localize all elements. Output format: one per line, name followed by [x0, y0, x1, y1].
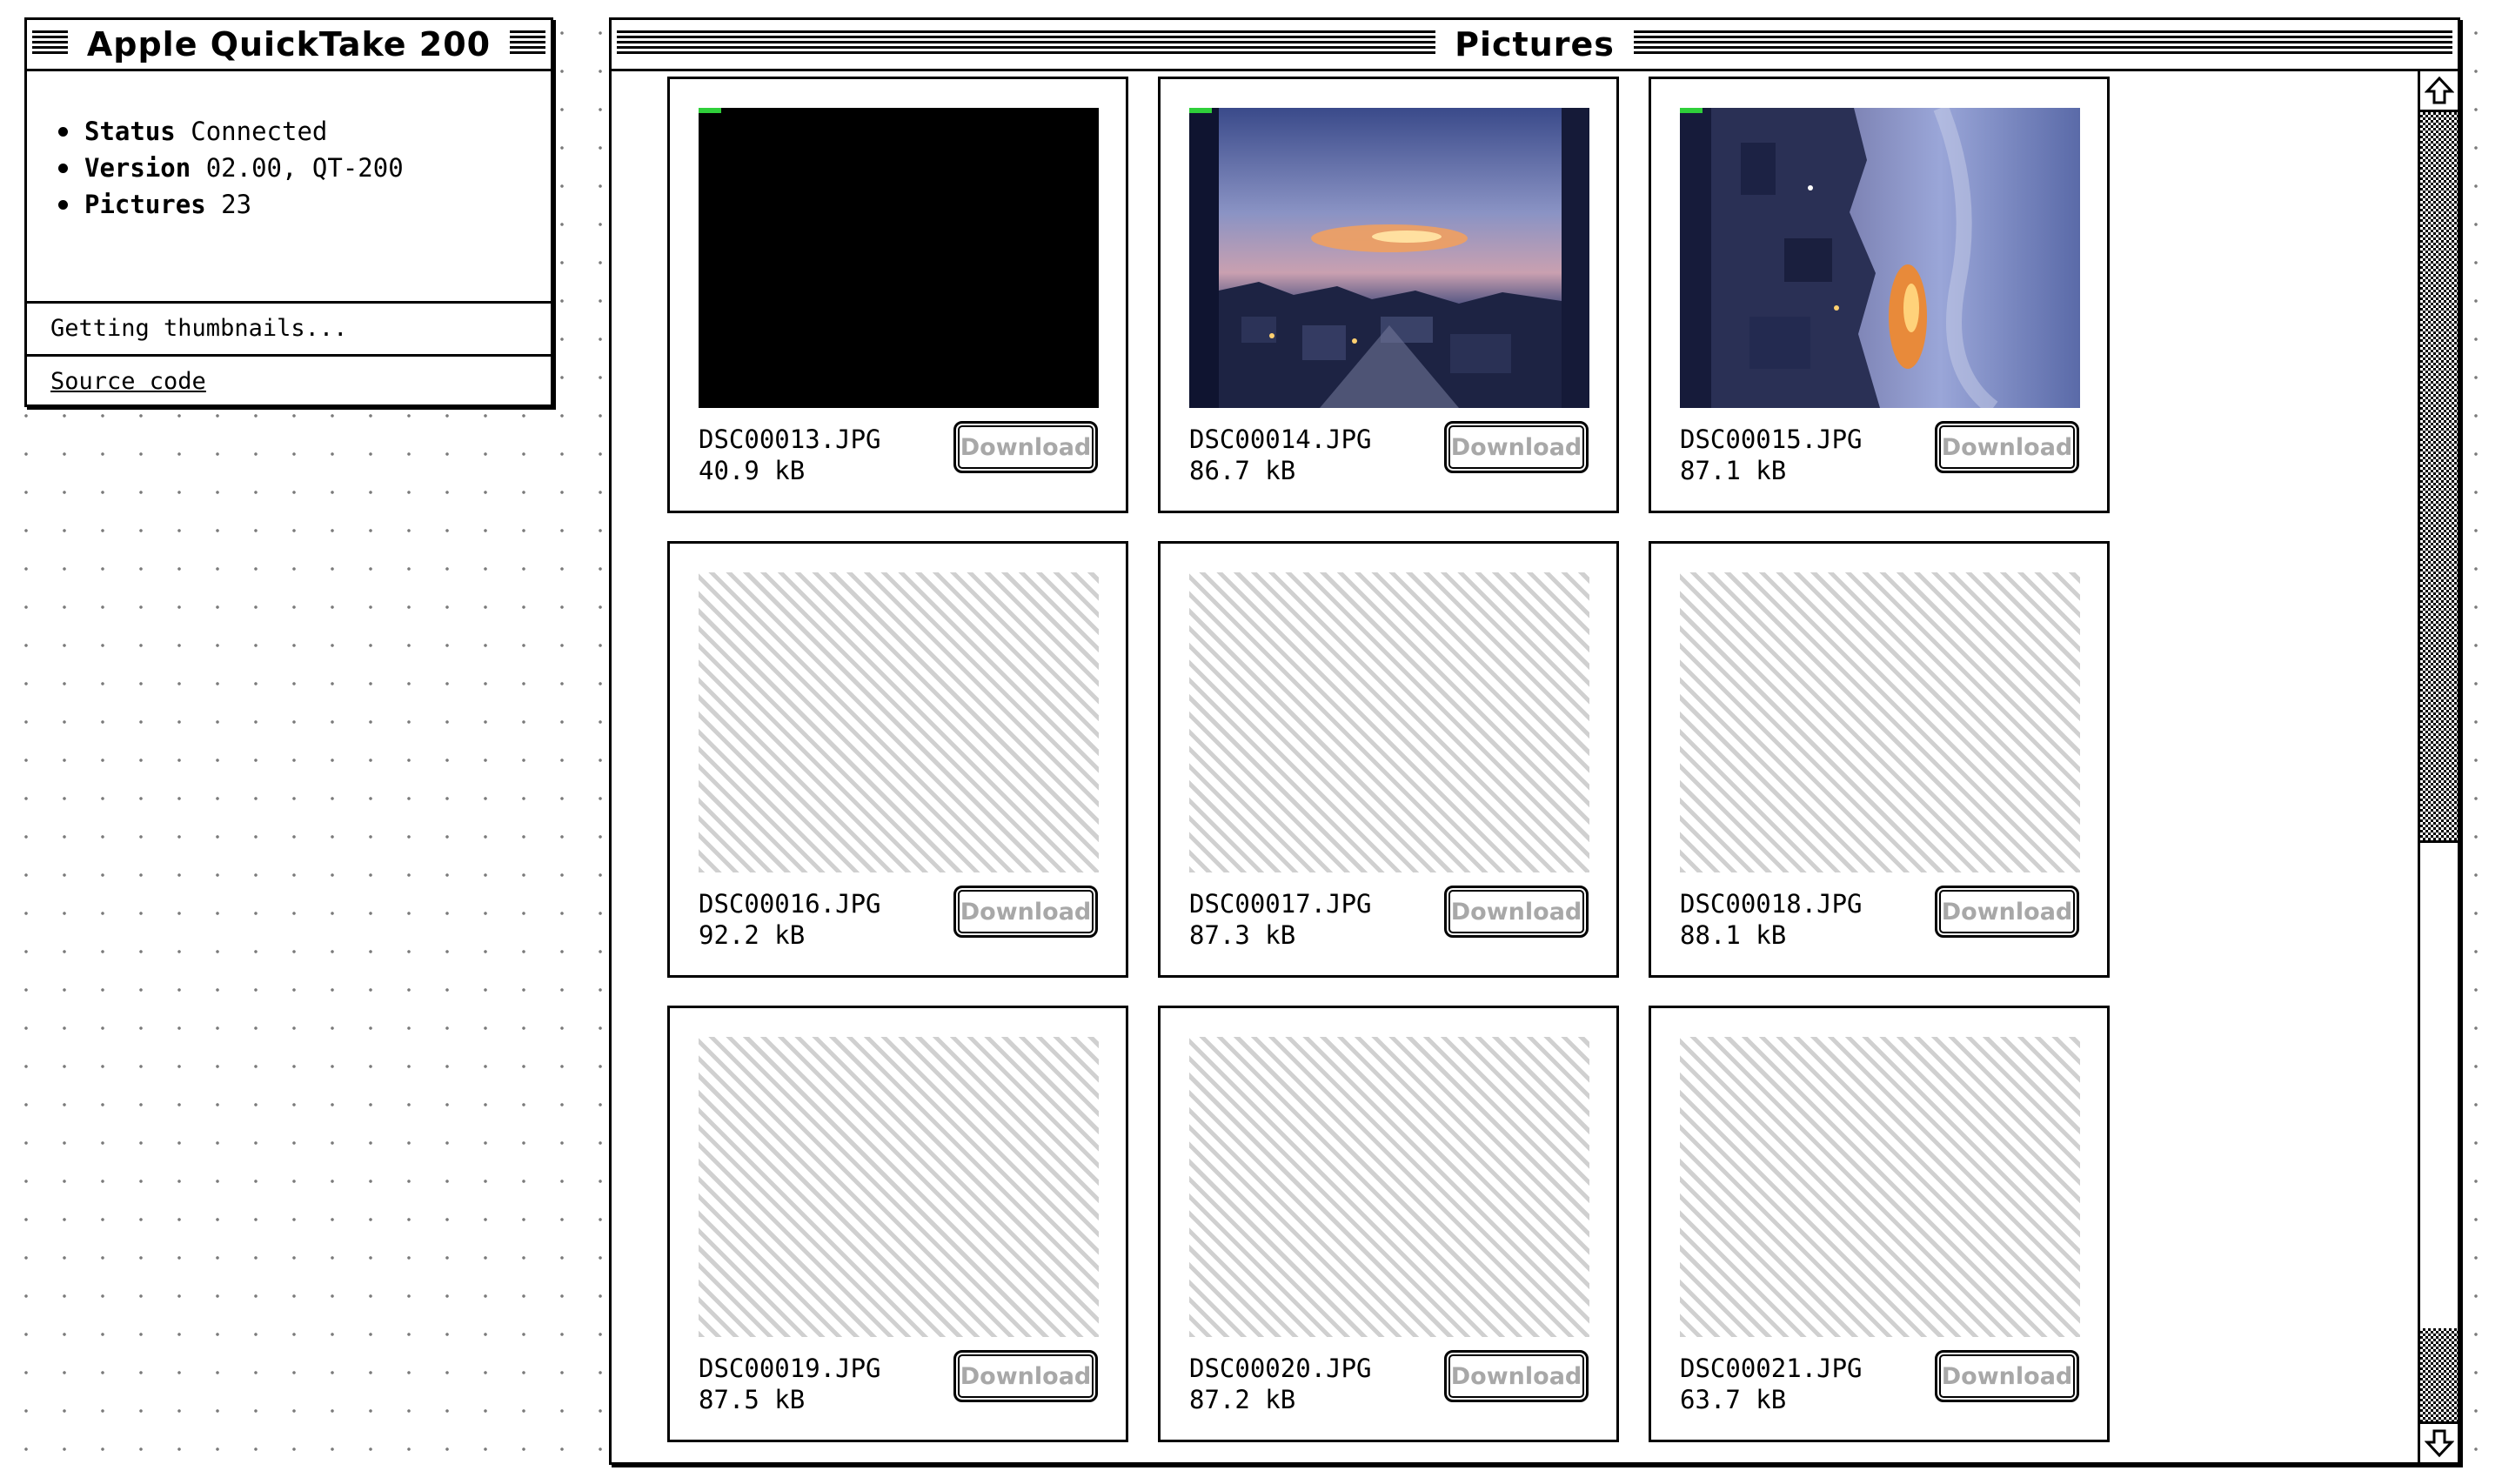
picture-card: DSC00018.JPG 88.1 kB Download	[1649, 541, 2110, 978]
download-button[interactable]: Download	[1444, 1350, 1589, 1402]
picture-thumbnail	[1680, 1037, 2080, 1337]
info-window-title: Apple QuickTake 200	[67, 20, 511, 69]
picture-thumbnail	[1680, 108, 2080, 408]
thumbnail-progress-bar	[1189, 108, 1212, 113]
picture-filesize: 87.2 kB	[1189, 1385, 1296, 1414]
download-button[interactable]: Download	[1935, 1350, 2079, 1402]
picture-filesize: 87.1 kB	[1680, 456, 1787, 485]
picture-meta: DSC00015.JPG 87.1 kB	[1680, 424, 1863, 486]
pictures-window-title: Pictures	[1435, 20, 1634, 69]
progress-status: Getting thumbnails...	[27, 304, 551, 357]
picture-filesize: 86.7 kB	[1189, 456, 1296, 485]
picture-filesize: 92.2 kB	[699, 920, 806, 950]
camera-details: Status Connected Version 02.00, QT-200 P…	[27, 71, 551, 304]
detail-label: Version	[84, 153, 191, 183]
source-code-link[interactable]: Source code	[50, 368, 206, 395]
picture-meta: DSC00017.JPG 87.3 kB	[1189, 888, 1372, 951]
picture-card: DSC00017.JPG 87.3 kB Download	[1158, 541, 1619, 978]
thumbnail-image	[1680, 108, 2080, 408]
detail-label: Pictures	[84, 190, 206, 219]
picture-card: DSC00016.JPG 92.2 kB Download	[667, 541, 1128, 978]
pictures-scroll-area[interactable]: DSC00013.JPG 40.9 kB Download DSC00014.JPG 8…	[612, 71, 2418, 1462]
detail-label: Status	[84, 117, 176, 146]
picture-card: DSC00013.JPG 40.9 kB Download	[667, 77, 1128, 513]
picture-card: DSC00020.JPG 87.2 kB Download	[1158, 1006, 1619, 1442]
picture-meta: DSC00020.JPG 87.2 kB	[1189, 1353, 1372, 1415]
detail-value: 02.00, QT-200	[205, 153, 404, 183]
detail-value: 23	[221, 190, 252, 219]
scroll-up-button[interactable]	[2420, 71, 2458, 112]
picture-meta: DSC00016.JPG 92.2 kB	[699, 888, 881, 951]
picture-meta: DSC00021.JPG 63.7 kB	[1680, 1353, 1863, 1415]
download-button[interactable]: Download	[953, 421, 1098, 473]
picture-card: DSC00014.JPG 86.7 kB Download	[1158, 77, 1619, 513]
pictures-window-titlebar[interactable]: Pictures	[612, 20, 2458, 71]
scroll-thumb[interactable]	[2420, 840, 2458, 1331]
download-button[interactable]: Download	[1935, 886, 2079, 938]
detail-version: Version 02.00, QT-200	[57, 150, 551, 186]
scroll-down-button[interactable]	[2420, 1421, 2458, 1462]
info-window-titlebar[interactable]: Apple QuickTake 200	[27, 20, 551, 71]
picture-meta: DSC00019.JPG 87.5 kB	[699, 1353, 881, 1415]
picture-meta: DSC00018.JPG 88.1 kB	[1680, 888, 1863, 951]
picture-filename: DSC00021.JPG	[1680, 1354, 1863, 1383]
picture-card: DSC00019.JPG 87.5 kB Download	[667, 1006, 1128, 1442]
picture-thumbnail	[1189, 1037, 1589, 1337]
detail-status: Status Connected	[57, 113, 551, 150]
arrow-up-icon	[2424, 76, 2454, 104]
picture-meta: DSC00013.JPG 40.9 kB	[699, 424, 881, 486]
picture-filesize: 87.5 kB	[699, 1385, 806, 1414]
thumbnail-image	[1189, 108, 1589, 408]
source-row: Source code	[27, 357, 551, 407]
picture-thumbnail	[1189, 108, 1589, 408]
picture-card: DSC00021.JPG 63.7 kB Download	[1649, 1006, 2110, 1442]
picture-filename: DSC00013.JPG	[699, 424, 881, 454]
details-list: Status Connected Version 02.00, QT-200 P…	[27, 71, 551, 223]
pictures-grid: DSC00013.JPG 40.9 kB Download DSC00014.JPG 8…	[667, 77, 2110, 1442]
download-button[interactable]: Download	[953, 1350, 1098, 1402]
picture-thumbnail	[1189, 572, 1589, 872]
picture-filename: DSC00015.JPG	[1680, 424, 1863, 454]
detail-pictures: Pictures 23	[57, 186, 551, 223]
download-button[interactable]: Download	[1444, 421, 1589, 473]
picture-filename: DSC00019.JPG	[699, 1354, 881, 1383]
picture-card: DSC00015.JPG 87.1 kB Download	[1649, 77, 2110, 513]
picture-thumbnail	[1680, 572, 2080, 872]
download-button[interactable]: Download	[1444, 886, 1589, 938]
picture-filename: DSC00016.JPG	[699, 889, 881, 919]
detail-value: Connected	[191, 117, 328, 146]
picture-filesize: 87.3 kB	[1189, 920, 1296, 950]
picture-thumbnail	[699, 572, 1099, 872]
pictures-window: Pictures DSC00013.JPG 40.9 kB Download DSC0…	[609, 17, 2460, 1465]
picture-meta: DSC00014.JPG 86.7 kB	[1189, 424, 1372, 486]
thumbnail-progress-bar	[1680, 108, 1703, 113]
picture-filesize: 88.1 kB	[1680, 920, 1787, 950]
camera-info-window: Apple QuickTake 200 Status Connected Ver…	[24, 17, 553, 407]
picture-filename: DSC00018.JPG	[1680, 889, 1863, 919]
arrow-down-icon	[2424, 1429, 2454, 1458]
picture-filesize: 40.9 kB	[699, 456, 806, 485]
picture-filename: DSC00014.JPG	[1189, 424, 1372, 454]
download-button[interactable]: Download	[1935, 421, 2079, 473]
download-button[interactable]: Download	[953, 886, 1098, 938]
picture-filename: DSC00017.JPG	[1189, 889, 1372, 919]
picture-filesize: 63.7 kB	[1680, 1385, 1787, 1414]
vertical-scrollbar[interactable]	[2418, 71, 2458, 1462]
thumbnail-progress-bar	[699, 108, 721, 113]
picture-filename: DSC00020.JPG	[1189, 1354, 1372, 1383]
picture-thumbnail	[699, 108, 1099, 408]
scroll-track-upper[interactable]	[2420, 112, 2458, 843]
picture-thumbnail	[699, 1037, 1099, 1337]
